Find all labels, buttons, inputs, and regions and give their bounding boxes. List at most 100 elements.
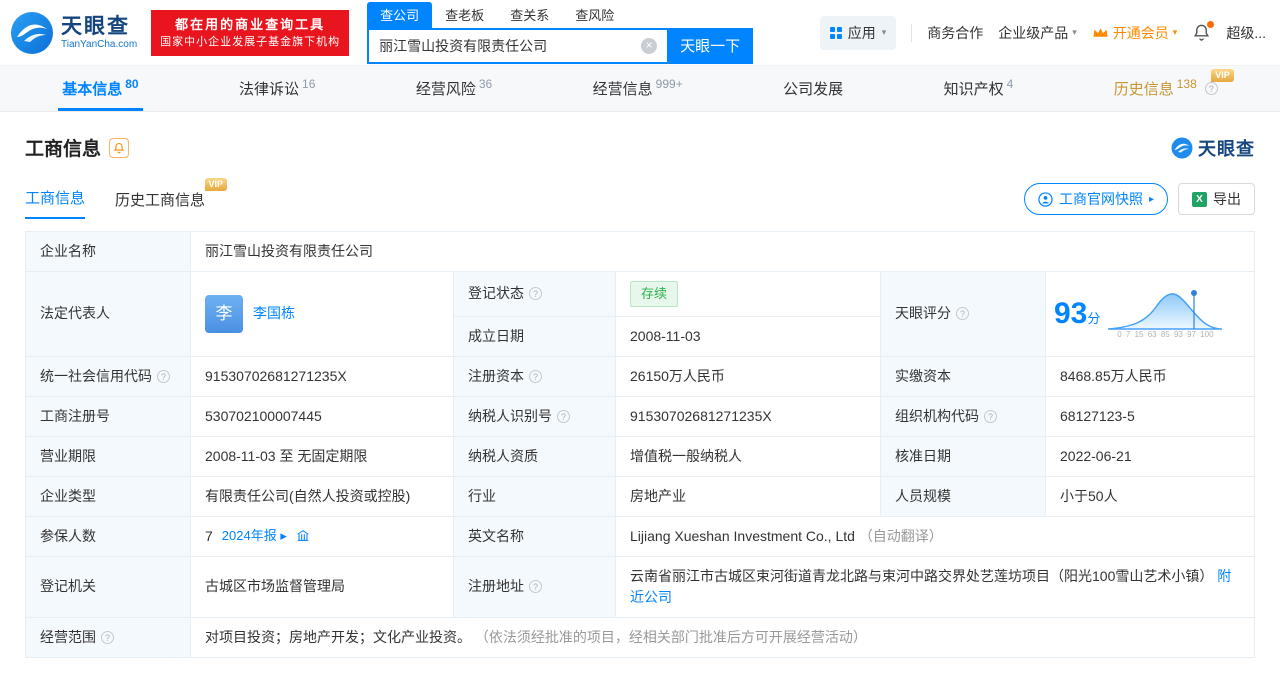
tab-basic-info[interactable]: 基本信息 80 [54,66,146,111]
tab-count: 999+ [655,76,683,91]
help-icon: ? [529,287,542,301]
tab-operating-risk[interactable]: 经营风险 36 [408,66,500,111]
legal-rep-label: 法定代表人 [25,271,191,357]
tab-company-development[interactable]: 公司发展 [775,66,851,111]
chevron-down-icon: ▾ [1072,27,1077,37]
tab-intellectual-property[interactable]: 知识产权 4 [936,66,1022,111]
social-insurance-icon[interactable] [296,529,310,543]
table-row: 参保人数 7 2024年报 ▸ 英文名称 Lijiang Xueshan Inv… [25,515,1255,557]
establish-date-label: 成立日期 [453,315,616,357]
search-button[interactable]: 天眼一下 [667,27,754,64]
clear-search-icon[interactable]: × [641,37,658,54]
legal-rep-cell: 李 李国栋 [190,271,454,357]
status-badge: 存续 [630,281,679,307]
insured-count-cell: 7 2024年报 ▸ [190,515,454,557]
excel-icon: X [1192,191,1207,207]
tab-count: 80 [125,76,139,91]
search-tab-relation[interactable]: 查关系 [497,2,562,28]
search-tabs: 查公司 查老板 查关系 查风险 [367,1,753,28]
reg-capital-label-cell: 注册资本? [453,355,616,397]
logo-domain-text: TianYanCha.com [61,38,138,50]
english-name-label: 英文名称 [453,515,616,557]
staff-size-value: 小于50人 [1045,475,1255,517]
tab-history-info[interactable]: VIP 历史信息 138 ? [1106,66,1234,111]
tianyancha-logo-icon [11,11,53,54]
reg-capital-value: 26150万人民币 [615,355,881,397]
taxpayer-quality-label: 纳税人资质 [453,435,616,477]
table-row: 统一社会信用代码? 91530702681271235X 注册资本? 26150… [25,355,1255,397]
annual-report-link[interactable]: 2024年报 ▸ [222,526,287,546]
search-tab-risk[interactable]: 查风险 [562,2,627,28]
vip-badge: VIP [204,178,228,191]
industry-label: 行业 [453,475,616,517]
main-content: 工商信息 天眼查 工商信息 VIP 历史工商信息 工商官网快照 ▸ X 导出 企… [0,134,1280,658]
company-section-nav: 基本信息 80 法律诉讼 16 经营风险 36 经营信息 999+ 公司发展 知… [0,66,1280,112]
tab-label: 经营风险 [415,81,476,98]
score-label-cell: 天眼评分? [880,271,1046,357]
subscribe-bell-icon[interactable] [109,137,130,158]
business-info-table: 企业名称 丽江雪山投资有限责任公司 法定代表人 李 李国栋 登记状态? 存续 天… [25,231,1255,658]
super-vip-link[interactable]: 超级... [1226,23,1266,43]
score-value: 93 [1054,297,1088,331]
credit-code-label: 统一社会信用代码 [40,367,152,384]
official-snapshot-button[interactable]: 工商官网快照 ▸ [1023,183,1168,215]
open-member-menu[interactable]: 开通会员 ▾ [1092,23,1177,43]
paid-capital-label: 实缴资本 [880,355,1046,397]
header-divider [911,23,913,42]
approval-date-value: 2022-06-21 [1045,435,1255,477]
tab-business-info[interactable]: 经营信息 999+ [585,66,691,111]
company-type-label: 企业类型 [25,475,191,517]
apps-menu-button[interactable]: 应用 ▾ [819,15,897,50]
reg-number-value: 530702100007445 [190,395,454,437]
business-scope-label: 经营范围 [40,628,96,645]
tab-count: 138 [1176,76,1197,91]
company-type-value: 有限责任公司(自然人投资或控股) [190,475,454,517]
taxpayer-id-label: 纳税人识别号 [468,407,552,424]
enterprise-product-label: 企业级产品 [998,24,1069,41]
business-term-label: 营业期限 [25,435,191,477]
score-distribution-chart: 0 7 15 63 85 93 97 100 [1106,287,1224,341]
top-header: 天眼查 TianYanCha.com 都在用的商业查询工具 国家中小企业发展子基… [0,0,1280,66]
org-code-value: 68127123-5 [1045,395,1255,437]
tab-label: 法律诉讼 [239,81,300,98]
legal-rep-avatar[interactable]: 李 [205,294,243,333]
tianyancha-logo[interactable]: 天眼查 TianYanCha.com [10,11,137,55]
help-icon: ? [1204,82,1218,95]
reg-status-label: 登记状态 [468,285,524,302]
table-row: 登记机关 古城区市场监督管理局 注册地址? 云南省丽江市古城区束河街道青龙北路与… [25,555,1255,618]
address-value: 云南省丽江市古城区束河街道青龙北路与束河中路交界处艺莲坊项目（阳光100雪山艺术… [630,567,1214,584]
subtab-label: 历史工商信息 [115,192,206,209]
enterprise-product-menu[interactable]: 企业级产品 ▾ [998,23,1077,43]
english-name-note: （自动翻译） [858,527,943,544]
score-number: 93分 [1054,291,1100,336]
org-code-label: 组织机构代码 [895,407,979,424]
search-input[interactable] [367,27,668,64]
search-tab-boss[interactable]: 查老板 [432,2,497,28]
tianyancha-watermark-icon [1171,137,1193,158]
business-scope-note: （依法须经批准的项目，经相关部门批准后方可开展经营活动） [474,628,867,645]
biz-coop-link[interactable]: 商务合作 [927,23,983,43]
table-row: 工商注册号 530702100007445 纳税人识别号? 9153070268… [25,395,1255,437]
super-vip-label: 超级... [1226,24,1266,41]
org-code-label-cell: 组织机构代码? [880,395,1046,437]
tab-label: 公司发展 [783,81,844,98]
subtab-history-business-info[interactable]: VIP 历史工商信息 [115,178,228,219]
english-name-cell: Lijiang Xueshan Investment Co., Ltd （自动翻… [615,515,1255,557]
logo-brand-text: 天眼查 [61,15,130,39]
promo-banner: 都在用的商业查询工具 国家中小企业发展子基金旗下机构 [151,9,350,56]
tab-legal-litigation[interactable]: 法律诉讼 16 [231,66,323,111]
subtab-business-info[interactable]: 工商信息 [25,187,86,219]
notifications-bell-icon[interactable] [1192,21,1215,42]
tianyancha-watermark: 天眼查 [1171,135,1255,161]
help-icon: ? [157,369,170,383]
snapshot-label: 工商官网快照 [1058,191,1143,207]
search-tab-company[interactable]: 查公司 [367,1,433,28]
tab-label: 知识产权 [943,81,1004,98]
legal-rep-link[interactable]: 李国栋 [253,303,295,324]
export-button[interactable]: X 导出 [1178,183,1255,215]
open-member-label: 开通会员 [1112,24,1169,41]
score-unit: 分 [1087,311,1101,327]
business-term-value: 2008-11-03 至 无固定期限 [190,435,454,477]
staff-size-label: 人员规模 [880,475,1046,517]
reg-status-cell: 存续 [615,271,881,317]
